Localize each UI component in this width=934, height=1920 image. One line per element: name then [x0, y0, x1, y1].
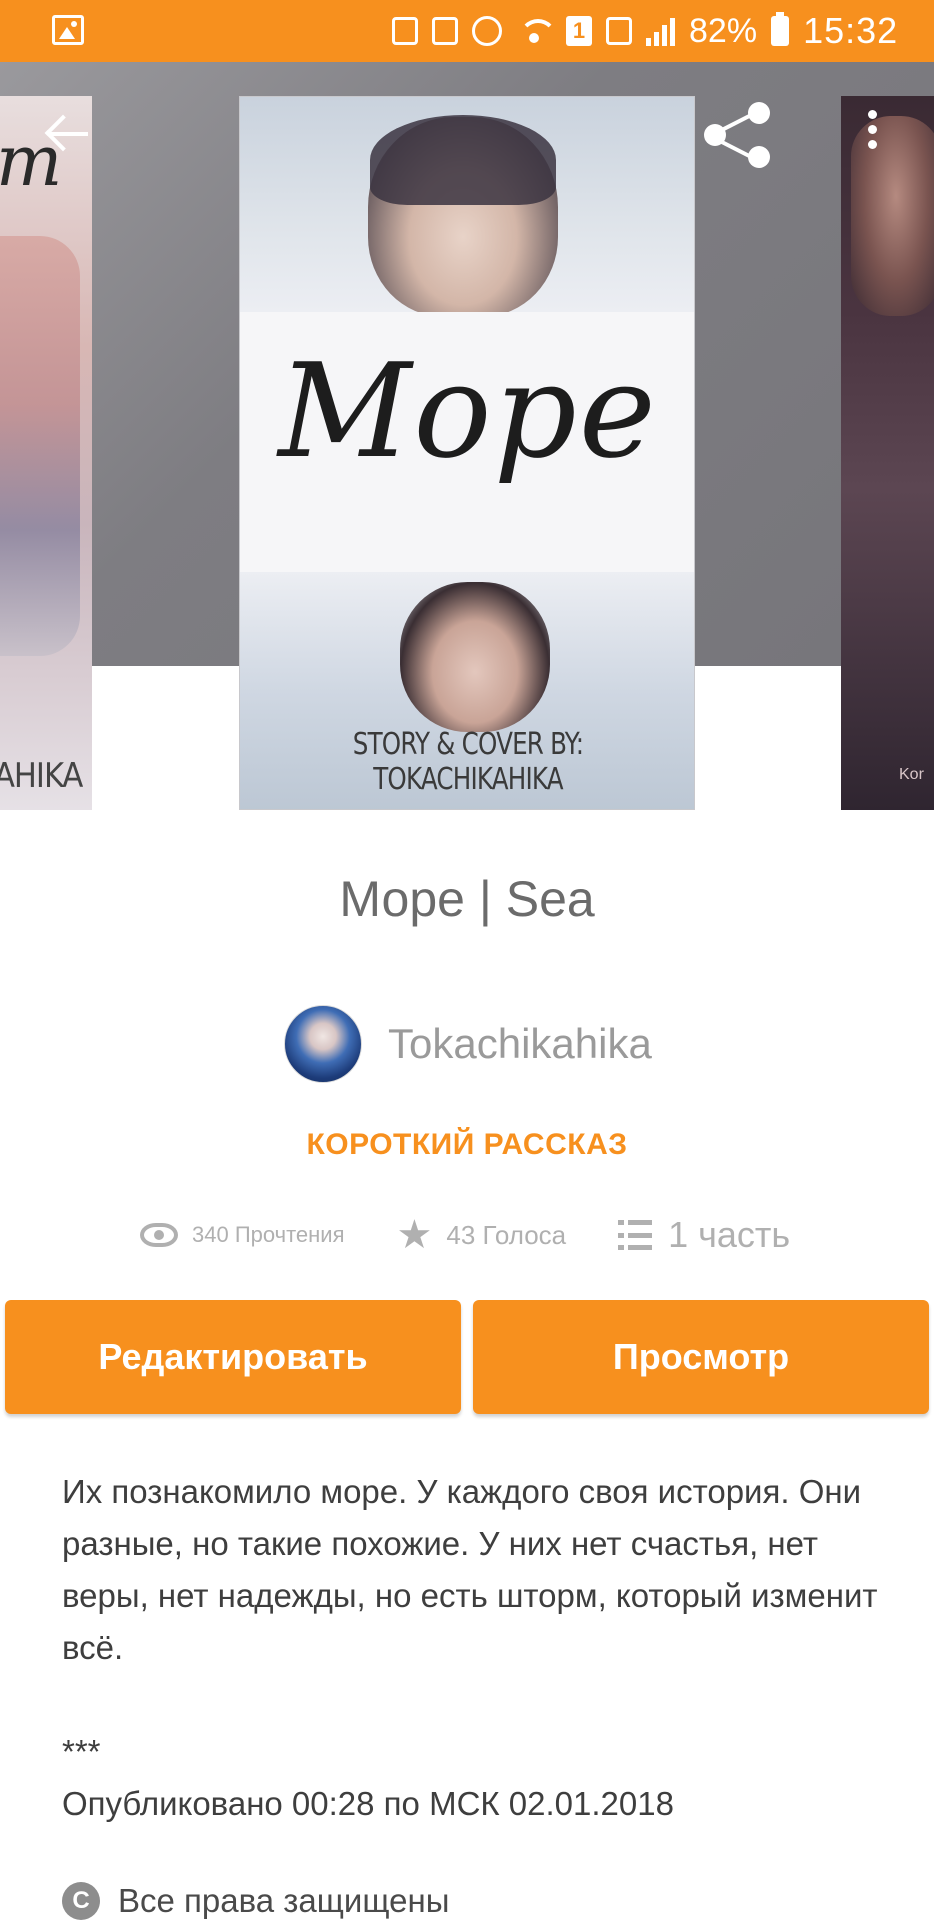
cover-title: Море: [278, 335, 658, 487]
signal-icon: [646, 16, 675, 46]
previous-cover-credit: AHIKA: [0, 756, 83, 796]
copyright-text: Все права защищены: [118, 1882, 450, 1919]
mute-icon: [432, 17, 458, 45]
parts-stat[interactable]: 1 часть: [618, 1214, 790, 1256]
star-icon: ★: [396, 1213, 433, 1257]
list-icon: [618, 1220, 653, 1250]
sim-number-badge: 1: [566, 16, 592, 46]
story-cover: Море STORY & COVER BY: TOKACHIKAHIKA: [239, 96, 695, 810]
published-date: Опубликовано 00:28 по МСК 02.01.2018: [62, 1785, 674, 1822]
story-stats: 340 Прочтения ★ 43 Голоса 1 часть: [140, 1210, 842, 1260]
eye-icon: [140, 1223, 178, 1247]
more-options-icon[interactable]: [860, 110, 884, 160]
author-link[interactable]: Tokachikahika: [284, 1004, 652, 1084]
recycle-icon: [392, 17, 418, 45]
author-name[interactable]: Tokachikahika: [388, 1020, 652, 1068]
description-stars: ***: [62, 1733, 101, 1770]
parts-count[interactable]: 1 часть: [668, 1214, 790, 1256]
clock: 15:32: [803, 10, 899, 51]
votes-stat: ★ 43 Голоса: [397, 1215, 567, 1255]
next-cover-credit: Kor: [899, 766, 924, 783]
description-gap: [62, 1674, 902, 1726]
description-paragraph: Их познакомило море. У каждого своя исто…: [62, 1473, 878, 1666]
edit-button[interactable]: Редактировать: [5, 1300, 461, 1414]
copyright-icon: C: [62, 1882, 100, 1920]
gallery-notification-icon: [52, 15, 84, 45]
signal-box-icon: [606, 17, 632, 45]
previous-cover-figure: [0, 236, 80, 656]
alarm-icon: [472, 16, 502, 46]
reads-stat: 340 Прочтения: [140, 1222, 345, 1248]
story-genre[interactable]: КОРОТКИЙ РАССКАЗ: [0, 1128, 934, 1162]
author-avatar[interactable]: [284, 1005, 362, 1083]
battery-icon: [771, 12, 790, 46]
cover-credit: STORY & COVER BY: TOKACHIKAHIKA: [352, 727, 584, 797]
battery-percent: 82%: [689, 12, 758, 50]
story-title: Море | Sea: [339, 871, 595, 927]
view-button[interactable]: Просмотр: [473, 1300, 929, 1414]
reads-count: 340 Прочтения: [192, 1222, 345, 1247]
story-details-screen: 1 82% 15:32 m AHIKA Море STORY & COVER B…: [0, 0, 934, 1920]
cover-face-bottom: [400, 582, 550, 732]
votes-count: 43 Голоса: [446, 1219, 567, 1250]
share-icon[interactable]: [700, 98, 774, 170]
back-arrow-icon[interactable]: [44, 108, 96, 160]
status-icons: 1 82% 15:32: [392, 12, 898, 50]
copyright-notice: C Все права защищены: [62, 1876, 449, 1920]
wifi-icon: [516, 17, 557, 45]
next-story-cover[interactable]: Kor: [841, 96, 934, 810]
cover-hair-top: [370, 115, 556, 205]
status-bar: 1 82% 15:32: [0, 0, 934, 62]
previous-story-cover[interactable]: m AHIKA: [0, 96, 92, 810]
story-description: Их познакомило море. У каждого своя исто…: [62, 1466, 902, 1830]
